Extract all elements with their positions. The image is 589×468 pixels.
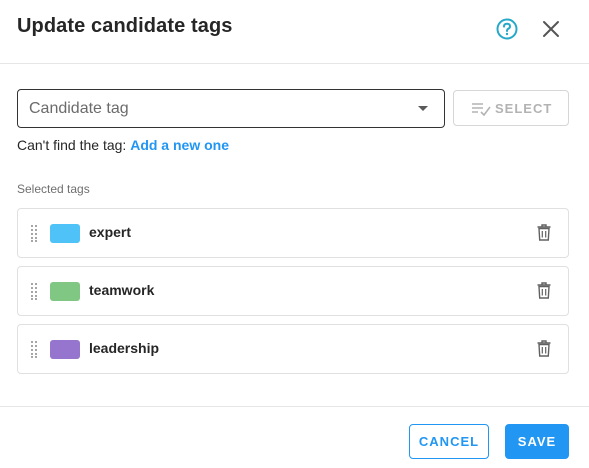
help-circle-icon[interactable] bbox=[496, 18, 518, 40]
drag-handle-icon[interactable] bbox=[30, 340, 38, 358]
tag-label: leadership bbox=[89, 340, 160, 356]
candidate-tag-placeholder: Candidate tag bbox=[29, 100, 129, 117]
tag-color-swatch bbox=[50, 340, 80, 359]
cant-find-text: Can't find the tag: bbox=[17, 137, 127, 153]
add-new-tag-link[interactable]: Add a new one bbox=[130, 137, 229, 153]
cancel-button[interactable]: CANCEL bbox=[409, 424, 489, 459]
close-icon[interactable] bbox=[541, 19, 561, 39]
trash-icon[interactable] bbox=[537, 224, 551, 241]
tag-row-teamwork: teamwork bbox=[17, 266, 569, 316]
selected-tags-label: Selected tags bbox=[17, 182, 90, 196]
dialog-header: Update candidate tags bbox=[0, 0, 589, 64]
dialog-footer: CANCEL SAVE bbox=[0, 406, 589, 468]
tag-color-swatch bbox=[50, 224, 80, 243]
tag-row-expert: expert bbox=[17, 208, 569, 258]
candidate-tag-select[interactable]: Candidate tag bbox=[17, 89, 445, 128]
cant-find-hint: Can't find the tag: Add a new one bbox=[17, 137, 229, 153]
dialog-title: Update candidate tags bbox=[17, 15, 233, 37]
drag-handle-icon[interactable] bbox=[30, 282, 38, 300]
drag-handle-icon[interactable] bbox=[30, 224, 38, 242]
save-button[interactable]: SAVE bbox=[505, 424, 569, 459]
trash-icon[interactable] bbox=[537, 340, 551, 357]
tag-row-leadership: leadership bbox=[17, 324, 569, 374]
select-button[interactable]: SELECT bbox=[453, 90, 569, 126]
chevron-down-icon bbox=[418, 106, 428, 111]
select-button-label: SELECT bbox=[495, 101, 553, 116]
tag-label: expert bbox=[89, 224, 132, 240]
list-check-icon bbox=[472, 103, 491, 116]
trash-icon[interactable] bbox=[537, 282, 551, 299]
tag-label: teamwork bbox=[89, 282, 155, 298]
tag-color-swatch bbox=[50, 282, 80, 301]
